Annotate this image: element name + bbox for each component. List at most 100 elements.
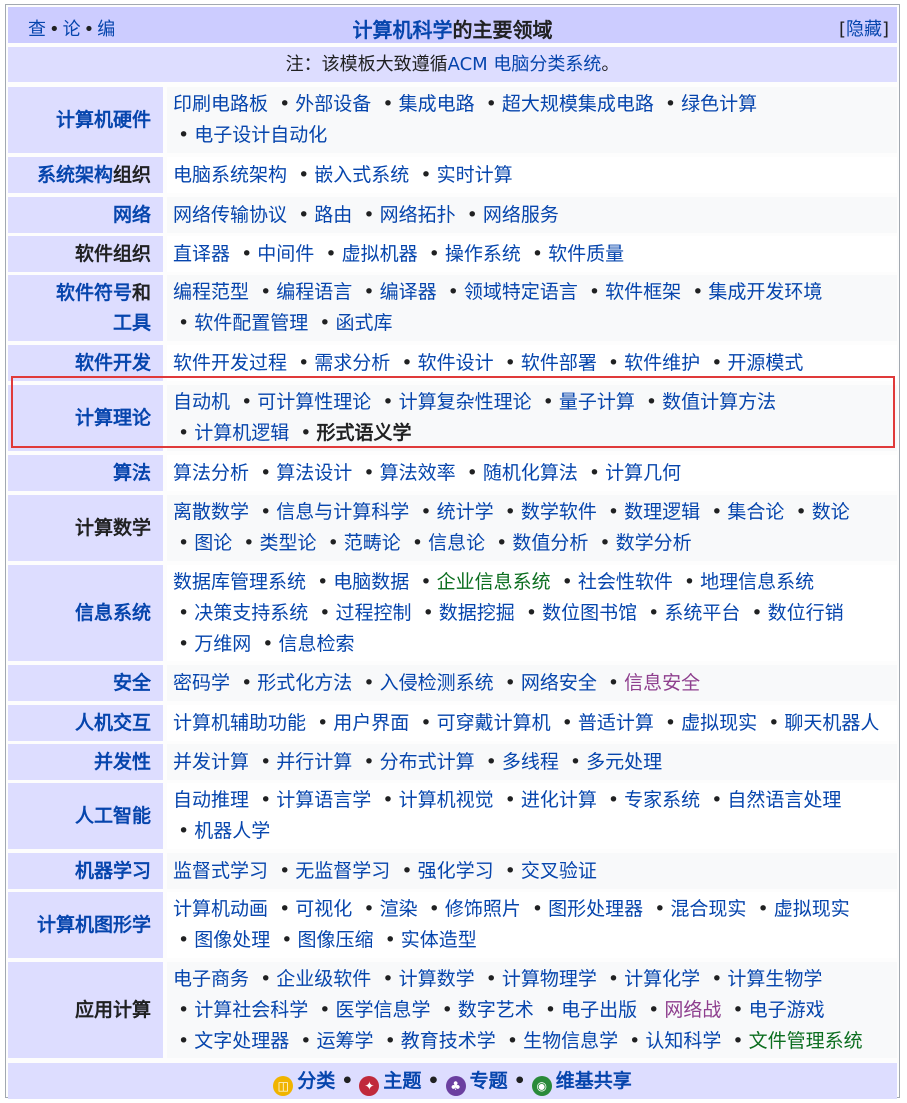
group-link[interactable]: 网络 [113,204,151,226]
list-item-link[interactable]: 电脑数据 [333,571,409,593]
group-link[interactable]: 软件符号 [56,282,132,304]
list-item-link[interactable]: 数理逻辑 [624,501,700,523]
list-item-link[interactable]: 密码学 [173,672,230,694]
list-item-link[interactable]: 文字处理器 [194,1030,289,1052]
list-item-link[interactable]: 生物信息学 [523,1030,618,1052]
list-item-link[interactable]: 电子游戏 [749,999,825,1021]
list-item-link[interactable]: 图像处理 [194,929,270,951]
list-item-link[interactable]: 医学信息学 [336,999,431,1021]
list-item-link[interactable]: 软件配置管理 [194,312,308,334]
list-item-link[interactable]: 量子计算 [559,391,635,413]
group-link[interactable]: 人工智能 [75,805,151,827]
group-link[interactable]: 信息系统 [75,602,151,624]
list-item-link[interactable]: 数学分析 [616,532,692,554]
list-item-link[interactable]: 教育技术学 [401,1030,496,1052]
list-item-link[interactable]: 算法效率 [380,462,456,484]
list-item-link[interactable]: 计算物理学 [502,968,597,990]
list-item-link[interactable]: 计算机逻辑 [194,422,289,444]
list-item-link[interactable]: 路由 [314,204,352,226]
list-item-link[interactable]: 实时计算 [437,164,513,186]
hide-toggle[interactable]: [隐藏] [839,15,889,41]
list-item-link[interactable]: 计算机辅助功能 [173,712,306,734]
list-item-link[interactable]: 随机化算法 [483,462,578,484]
title-link[interactable]: 计算机科学 [353,18,453,42]
list-item-link[interactable]: 计算机视觉 [399,789,494,811]
list-item-link[interactable]: 认知科学 [645,1030,721,1052]
list-item-link[interactable]: 开源模式 [727,352,803,374]
footer-link[interactable]: 主题 [383,1070,421,1092]
list-item-link[interactable]: 自动机 [173,391,230,413]
list-item-link[interactable]: 专家系统 [624,789,700,811]
list-item-link[interactable]: 虚拟现实 [774,898,850,920]
list-item-link[interactable]: 离散数学 [173,501,249,523]
list-item-link[interactable]: 电子商务 [173,968,249,990]
list-item-link[interactable]: 函式库 [336,312,393,334]
list-item-link[interactable]: 计算生物学 [727,968,822,990]
list-item-link[interactable]: 机器人学 [194,820,270,842]
list-item-link[interactable]: 计算复杂性理论 [399,391,532,413]
list-item-link[interactable]: 社会性软件 [578,571,673,593]
list-item-link[interactable]: 编程语言 [276,281,352,303]
group-link[interactable]: 计算机图形学 [37,914,151,936]
list-item-link[interactable]: 入侵检测系统 [380,672,494,694]
list-item-link[interactable]: 混合现实 [670,898,746,920]
list-item-link[interactable]: 网络拓扑 [380,204,456,226]
list-item-link[interactable]: 数字艺术 [458,999,534,1021]
group-link[interactable]: 工具 [113,312,151,334]
list-item-link[interactable]: 范畴论 [344,532,401,554]
footer-link[interactable]: 分类 [297,1070,335,1092]
group-link[interactable]: 机器学习 [75,860,151,882]
list-item-link[interactable]: 嵌入式系统 [314,164,409,186]
list-item-link[interactable]: 并发计算 [173,751,249,773]
group-link[interactable]: 安全 [113,672,151,694]
list-item-link[interactable]: 图论 [194,532,232,554]
list-item-link[interactable]: 超大规模集成电路 [502,93,654,115]
list-item-link[interactable]: 实体造型 [401,929,477,951]
list-item-link[interactable]: 集成电路 [399,93,475,115]
group-link[interactable]: 系统架构 [37,164,113,186]
list-item-link[interactable]: 软件框架 [605,281,681,303]
list-item-link[interactable]: 领域特定语言 [464,281,578,303]
list-item-link[interactable]: 算法设计 [276,462,352,484]
list-item-link[interactable]: 信息论 [428,532,485,554]
list-item-link[interactable]: 计算几何 [605,462,681,484]
list-item-link[interactable]: 信息与计算科学 [276,501,409,523]
list-item-link[interactable]: 渲染 [380,898,418,920]
list-item-link[interactable]: 决策支持系统 [194,602,308,624]
list-item-link[interactable]: 过程控制 [336,602,412,624]
list-item-link[interactable]: 文件管理系统 [749,1030,863,1052]
list-item-link[interactable]: 需求分析 [314,352,390,374]
list-item-link[interactable]: 信息检索 [279,633,355,655]
footer-link[interactable]: 专题 [470,1070,508,1092]
list-item-link[interactable]: 操作系统 [445,243,521,265]
list-item-link[interactable]: 虚拟现实 [681,712,757,734]
list-item-link[interactable]: 普适计算 [578,712,654,734]
list-item-link[interactable]: 强化学习 [418,860,494,882]
list-item-link[interactable]: 形式化方法 [257,672,352,694]
list-item-link[interactable]: 算法分析 [173,462,249,484]
list-item-link[interactable]: 类型论 [260,532,317,554]
list-item-link[interactable]: 编译器 [380,281,437,303]
list-item-link[interactable]: 数据挖掘 [439,602,515,624]
list-item-link[interactable]: 数位行销 [768,602,844,624]
list-item-link[interactable]: 地理信息系统 [700,571,814,593]
list-item-link[interactable]: 用户界面 [333,712,409,734]
list-item-link[interactable]: 并行计算 [276,751,352,773]
list-item-link[interactable]: 电子设计自动化 [194,124,327,146]
list-item-link[interactable]: 无监督学习 [295,860,390,882]
list-item-link[interactable]: 网络战 [664,999,721,1021]
footer-link[interactable]: 维基共享 [556,1070,632,1092]
list-item-link[interactable]: 多线程 [502,751,559,773]
list-item-link[interactable]: 数据库管理系统 [173,571,306,593]
list-item-link[interactable]: 图形处理器 [548,898,643,920]
list-item-link[interactable]: 软件部署 [521,352,597,374]
list-item-link[interactable]: 虚拟机器 [342,243,418,265]
list-item-link[interactable]: 多元处理 [586,751,662,773]
list-item-link[interactable]: 软件维护 [624,352,700,374]
list-item-link[interactable]: 计算语言学 [276,789,371,811]
list-item-link[interactable]: 分布式计算 [380,751,475,773]
list-item-link[interactable]: 监督式学习 [173,860,268,882]
list-item-link[interactable]: 数位图书馆 [542,602,637,624]
group-link[interactable]: 软件开发 [75,352,151,374]
list-item-link[interactable]: 绿色计算 [681,93,757,115]
